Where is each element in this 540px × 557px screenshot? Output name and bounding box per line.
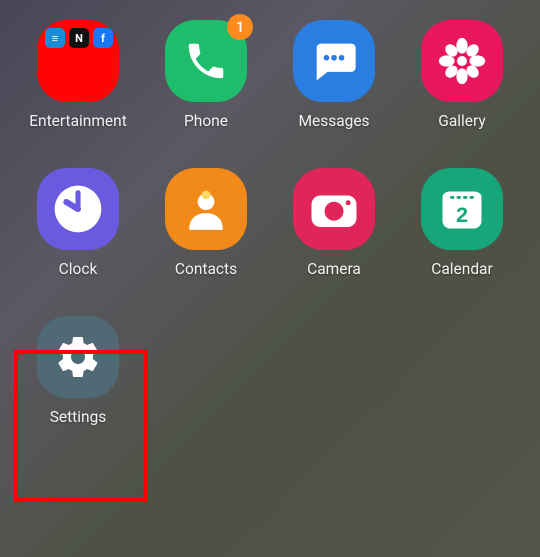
- camera-icon: [293, 168, 375, 250]
- app-label: Contacts: [175, 260, 237, 278]
- svg-text:2: 2: [456, 202, 468, 227]
- app-label: Entertainment: [29, 112, 127, 130]
- folder-mini-icon: N: [69, 28, 89, 48]
- app-messages[interactable]: Messages: [274, 20, 394, 130]
- folder-mini-icon: ≡: [45, 28, 65, 48]
- app-grid: ≡Nf Entertainment 1 Phone Messages Gallery Clo…: [0, 0, 540, 446]
- phone-icon: 1: [165, 20, 247, 102]
- app-label: Phone: [184, 112, 228, 130]
- folder-icon: ≡Nf: [37, 20, 119, 102]
- app-gallery[interactable]: Gallery: [402, 20, 522, 130]
- clock-icon: [37, 168, 119, 250]
- app-label: Camera: [307, 260, 361, 278]
- contacts-icon: [165, 168, 247, 250]
- gallery-icon: [421, 20, 503, 102]
- messages-icon: [293, 20, 375, 102]
- app-entertainment[interactable]: ≡Nf Entertainment: [18, 20, 138, 130]
- app-label: Gallery: [438, 112, 485, 130]
- app-contacts[interactable]: Contacts: [146, 168, 266, 278]
- notification-badge: 1: [227, 14, 253, 40]
- app-calendar[interactable]: 2 Calendar: [402, 168, 522, 278]
- app-label: Clock: [59, 260, 98, 278]
- app-label: Calendar: [431, 260, 493, 278]
- settings-icon: [37, 316, 119, 398]
- calendar-icon: 2: [421, 168, 503, 250]
- app-phone[interactable]: 1 Phone: [146, 20, 266, 130]
- app-clock[interactable]: Clock: [18, 168, 138, 278]
- folder-mini-icon: f: [93, 28, 113, 48]
- folder-contents: ≡Nf: [45, 28, 113, 48]
- app-camera[interactable]: Camera: [274, 168, 394, 278]
- app-label: Messages: [298, 112, 369, 130]
- app-settings[interactable]: Settings: [18, 316, 138, 426]
- app-label: Settings: [50, 408, 107, 426]
